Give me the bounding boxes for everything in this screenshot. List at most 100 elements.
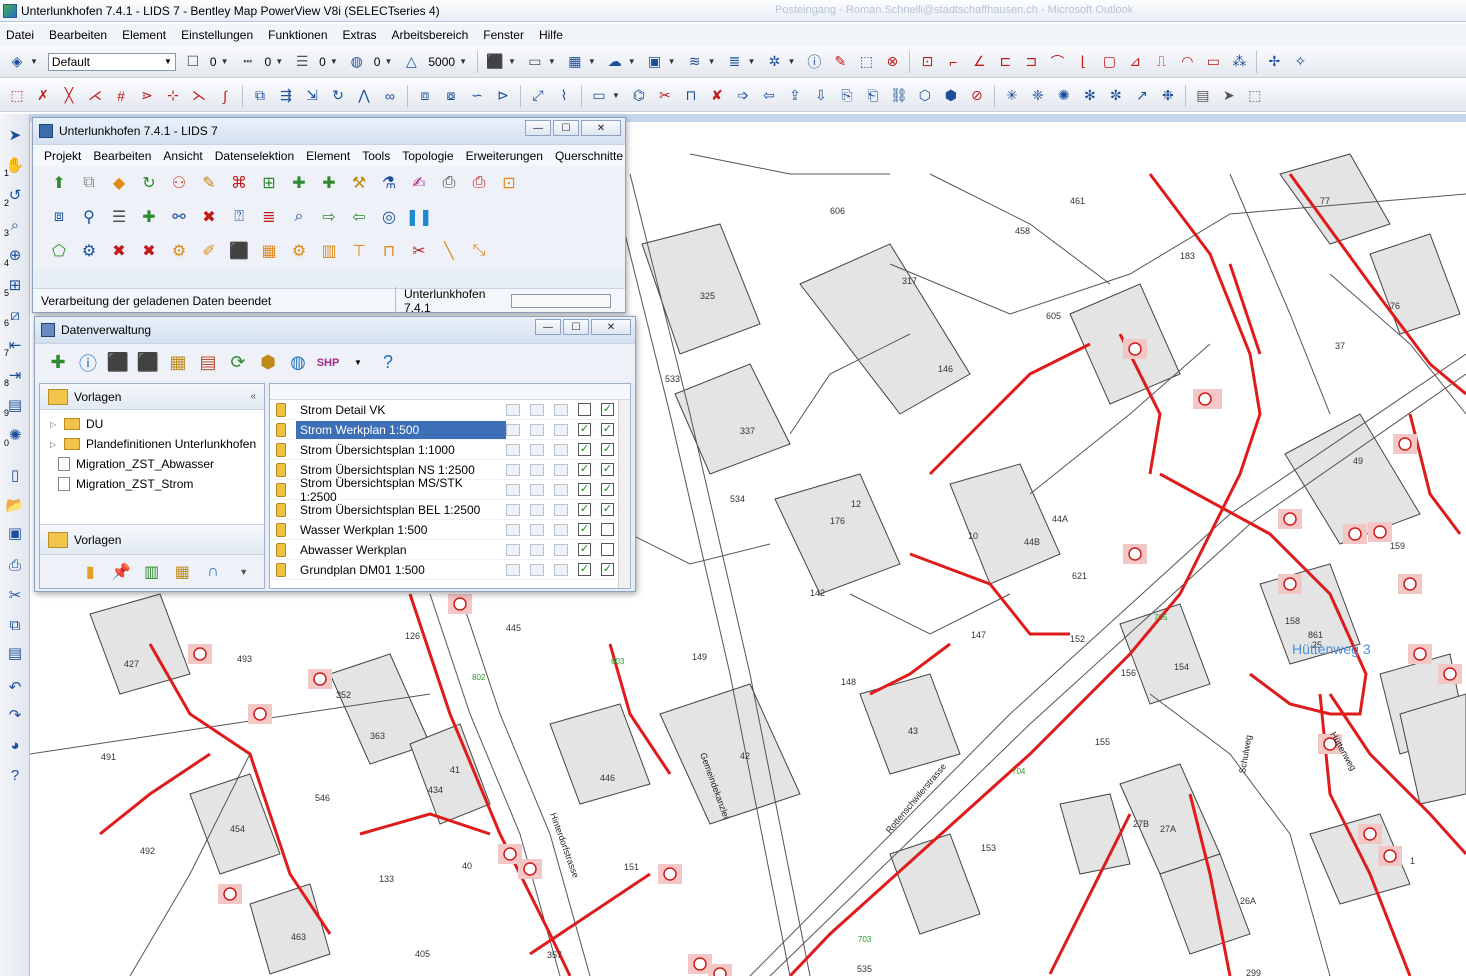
database-icon[interactable]: ▮	[80, 561, 101, 583]
attach-icon[interactable]: ⎘	[836, 85, 858, 107]
dv-title-bar[interactable]: Datenverwaltung — ☐ ✕	[35, 317, 635, 343]
placement-icon[interactable]: ⊡	[916, 51, 938, 73]
import-data-icon[interactable]: ⇨	[317, 205, 341, 229]
dropdown-caret-icon[interactable]: ▼	[459, 57, 467, 66]
template-option-icon[interactable]	[554, 523, 568, 536]
template-checkbox[interactable]: ✓	[601, 483, 614, 496]
bulb-icon[interactable]: ✧	[1289, 51, 1311, 73]
table-icon[interactable]: ▦	[564, 51, 586, 73]
break-icon[interactable]: ⋗	[136, 85, 158, 107]
lids-menu-element[interactable]: Element	[306, 149, 350, 163]
query-icon[interactable]: ⍰	[227, 205, 251, 229]
cloud-icon[interactable]: ☁	[604, 51, 626, 73]
drop-icon[interactable]: ⊳	[492, 85, 514, 107]
modify-icon[interactable]: ⊹	[162, 85, 184, 107]
zoom-icon[interactable]: ⌕ 3	[4, 214, 26, 239]
add-connection-icon[interactable]: ✚	[137, 205, 161, 229]
template-option-icon[interactable]	[530, 523, 544, 536]
users-icon[interactable]: ⚇	[167, 171, 191, 195]
open-box-icon[interactable]: ▦	[165, 350, 191, 376]
template-row[interactable]: Strom Detail VK ✓	[270, 400, 630, 420]
open-folder-icon[interactable]: 📂	[4, 494, 26, 516]
cut-icon[interactable]: ✂	[654, 85, 676, 107]
select-arrow-icon[interactable]: ➤	[4, 124, 26, 146]
create-symbol-icon[interactable]: ⬠	[47, 239, 71, 263]
add-element-icon[interactable]: ✚	[287, 171, 311, 195]
info-icon[interactable]: ⓘ	[75, 350, 101, 376]
snap-center-icon[interactable]: ✻	[1079, 85, 1101, 107]
open-project-icon[interactable]: ⬆	[47, 171, 71, 195]
lids-menu-datenselektion[interactable]: Datenselektion	[215, 149, 294, 163]
light-icon[interactable]: ✺ 0	[4, 424, 26, 448]
rotate-element-icon[interactable]: ↻	[327, 85, 349, 107]
dropdown-caret-icon[interactable]: ▼	[612, 91, 620, 100]
stack-icon[interactable]: ≣	[724, 51, 746, 73]
lids-menu-tools[interactable]: Tools	[362, 149, 390, 163]
dropdown-caret-icon[interactable]: ▼	[384, 57, 392, 66]
chain-icon[interactable]: ∽	[466, 85, 488, 107]
trim-icon[interactable]: ⊐	[1020, 51, 1042, 73]
document-add-icon[interactable]: ⊡	[497, 171, 521, 195]
maximize-button[interactable]: ☐	[553, 120, 579, 136]
template-option-icon[interactable]	[506, 423, 520, 436]
snap-all-icon[interactable]: ❉	[1157, 85, 1179, 107]
template-option-icon[interactable]	[506, 503, 520, 516]
tree-item[interactable]: Migration_ZST_Strom	[50, 474, 264, 494]
template-option-icon[interactable]	[554, 403, 568, 416]
dropdown-caret-icon[interactable]: ▼	[708, 57, 716, 66]
template-option-icon[interactable]	[530, 483, 544, 496]
add-table-icon[interactable]: ⊞	[257, 171, 281, 195]
template-checkbox[interactable]: ✓	[601, 503, 614, 516]
box-icon[interactable]: ▦	[257, 239, 281, 263]
template-option-icon[interactable]	[506, 403, 520, 416]
close-button[interactable]: ✕	[591, 319, 631, 335]
line-style-icon[interactable]: ┅	[237, 51, 259, 73]
help-icon[interactable]: ?	[4, 764, 26, 786]
tree-item[interactable]: Migration_ZST_Abwasser	[50, 454, 264, 474]
template-row[interactable]: Grundplan DM01 1:500 ✓ ✓	[270, 560, 630, 580]
intersect-icon[interactable]: ⋌	[84, 85, 106, 107]
arch-icon[interactable]: ∩	[203, 561, 224, 583]
template-checkbox[interactable]: ✓	[601, 563, 614, 576]
template-row[interactable]: Strom Werkplan 1:500 ✓ ✓	[270, 420, 630, 440]
cut-line-icon[interactable]: ╳	[58, 85, 80, 107]
box-grey-icon[interactable]: ⬛	[105, 350, 131, 376]
menu-funktionen[interactable]: Funktionen	[268, 28, 327, 42]
trace-icon[interactable]: ⤡	[467, 239, 491, 263]
minimize-button[interactable]: —	[525, 120, 551, 136]
wand-icon[interactable]: ⚗	[377, 171, 401, 195]
add-template-icon[interactable]: ✚	[45, 350, 71, 376]
connect-icon[interactable]: ⚲	[77, 205, 101, 229]
clip-icon[interactable]: ⊓	[680, 85, 702, 107]
fit-icon[interactable]: ⊞ 5	[4, 274, 26, 298]
bars-icon[interactable]: ≣	[257, 205, 281, 229]
template-option-icon[interactable]	[506, 563, 520, 576]
corner-icon[interactable]: ⌊	[1072, 51, 1094, 73]
cube-icon[interactable]: ⬛	[227, 239, 251, 263]
pin-icon[interactable]: ✢	[1263, 51, 1285, 73]
unlink-icon[interactable]: ⊘	[966, 85, 988, 107]
remove-icon[interactable]: ✘	[706, 85, 728, 107]
span-icon[interactable]: ⊤	[347, 239, 371, 263]
tag-icon[interactable]: ◆	[107, 171, 131, 195]
transparency-globe-icon[interactable]: ◍	[346, 51, 368, 73]
tree-item[interactable]: ▷ Plandefinitionen Unterlunkhofen	[50, 434, 264, 454]
template-row[interactable]: Strom Übersichtsplan 1:1000 ✓ ✓	[270, 440, 630, 460]
dropdown-caret-icon[interactable]: ▼	[588, 57, 596, 66]
package-icon[interactable]: ▦	[172, 561, 193, 583]
layers-icon[interactable]: ≋	[684, 51, 706, 73]
curve-icon[interactable]: ∫	[214, 85, 236, 107]
rectangle-icon[interactable]: ▭	[1202, 51, 1224, 73]
scale-element-icon[interactable]: ⇲	[301, 85, 323, 107]
chamfer-icon[interactable]: ⊿	[1124, 51, 1146, 73]
edit-icon[interactable]: ✎	[829, 51, 851, 73]
print-icon[interactable]: ⎙	[4, 554, 26, 576]
fillet-icon[interactable]: ⌒	[1046, 51, 1068, 73]
lids-menu-bearbeiten[interactable]: Bearbeiten	[93, 149, 151, 163]
delete-symbol-icon[interactable]: ✖	[107, 239, 131, 263]
reference-icon[interactable]: ▭	[588, 85, 610, 107]
dropdown-caret-icon[interactable]: ▼	[548, 57, 556, 66]
print-red-icon[interactable]: ⎙	[467, 171, 491, 195]
hash-icon[interactable]: #	[110, 85, 132, 107]
tree-footer[interactable]: Vorlagen	[40, 524, 264, 554]
